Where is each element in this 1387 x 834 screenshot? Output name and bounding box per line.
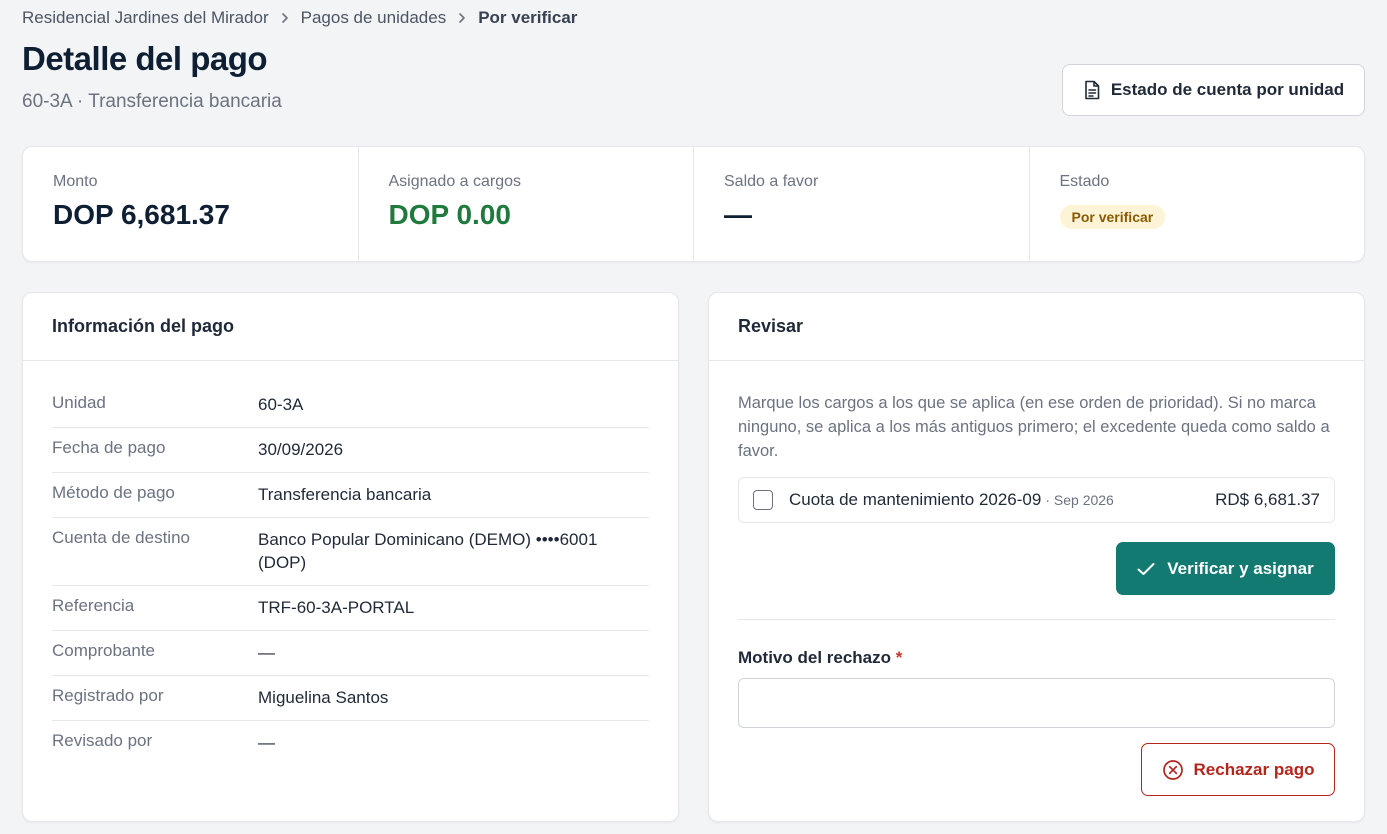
info-label: Comprobante [52,641,156,660]
info-value: Miguelina Santos [258,688,389,707]
payment-info-list: Unidad 60-3A Fecha de pago 30/09/2026 Mé… [23,361,678,765]
balance-label: Saldo a favor [724,173,819,190]
info-label: Unidad [52,393,106,412]
statement-button-label: Estado de cuenta por unidad [1110,80,1345,99]
info-label: Referencia [52,596,135,615]
info-value: Banco Popular Dominicano (DEMO) ••••6001… [258,530,598,572]
chevron-right-icon [279,12,291,24]
info-value: — [258,643,275,662]
amount-value: DOP 6,681.37 [53,199,230,230]
info-label: Registrado por [52,686,164,705]
reject-reason-label: Motivo del rechazo * [738,648,1335,668]
status-badge: Por verificar [1059,205,1166,229]
page-title: Detalle del pago [22,40,268,77]
info-row-registered-by: Registrado por Miguelina Santos [52,676,649,721]
breadcrumb-current: Por verificar [478,8,578,27]
check-icon [1137,562,1155,576]
review-title: Revisar [709,293,1364,361]
summary-balance: Saldo a favor — [694,147,1030,261]
info-row-unit: Unidad 60-3A [52,383,649,428]
document-icon [1083,80,1101,100]
required-mark: * [895,648,903,667]
charge-period: · Sep 2026 [1045,492,1114,508]
info-value: 30/09/2026 [258,440,344,459]
info-value: — [258,733,275,752]
info-row-reviewed-by: Revisado por — [52,721,649,765]
assigned-label: Asignado a cargos [388,173,522,190]
summary-amount: Monto DOP 6,681.37 [23,147,359,261]
info-row-reference: Referencia TRF-60-3A-PORTAL [52,586,649,631]
summary-assigned: Asignado a cargos DOP 0.00 [359,147,694,261]
reject-payment-button[interactable]: Rechazar pago [1141,743,1335,796]
page-subtitle: 60-3A · Transferencia bancaria [22,91,282,112]
payment-info-card: Información del pago Unidad 60-3A Fecha … [22,292,679,822]
info-value: Transferencia bancaria [258,485,432,504]
breadcrumb-item-payments[interactable]: Pagos de unidades [301,8,447,28]
amount-label: Monto [53,173,98,190]
divider [738,619,1335,620]
info-row-receipt: Comprobante — [52,631,649,676]
info-row-payment-date: Fecha de pago 30/09/2026 [52,428,649,473]
info-label: Cuenta de destino [52,528,190,547]
reject-button-label: Rechazar pago [1193,759,1315,779]
chevron-right-icon [456,12,468,24]
status-label: Estado [1059,173,1110,190]
balance-value: — [724,199,752,230]
payment-info-title: Información del pago [23,293,678,361]
review-help-text: Marque los cargos a los que se aplica (e… [738,394,1330,460]
info-row-payment-method: Método de pago Transferencia bancaria [52,473,649,518]
info-label: Método de pago [52,483,175,502]
review-card: Revisar Marque los cargos a los que se a… [708,292,1365,822]
verify-button-label: Verificar y asignar [1167,558,1314,578]
info-label: Revisado por [52,731,153,750]
charge-name: Cuota de mantenimiento 2026-09 [789,490,1042,509]
info-row-destination-account: Cuenta de destino Banco Popular Dominica… [52,518,649,586]
assigned-value: DOP 0.00 [388,199,511,230]
x-circle-icon [1162,759,1184,781]
charge-amount: RD$ 6,681.37 [1215,490,1320,509]
info-label: Fecha de pago [52,438,166,457]
summary-status: Estado Por verificar [1030,147,1365,261]
reject-reason-label-text: Motivo del rechazo [738,648,892,667]
review-body: Marque los cargos a los que se aplica (e… [709,361,1364,796]
payment-summary: Monto DOP 6,681.37 Asignado a cargos DOP… [22,146,1365,262]
breadcrumb: Residencial Jardines del Mirador Pagos d… [22,8,577,28]
reject-reason-input[interactable] [738,678,1335,728]
info-value: 60-3A [258,395,304,414]
breadcrumb-item-community[interactable]: Residencial Jardines del Mirador [22,8,269,28]
charge-option[interactable]: Cuota de mantenimiento 2026-09 · Sep 202… [738,477,1335,523]
statement-by-unit-button[interactable]: Estado de cuenta por unidad [1062,64,1365,116]
info-value: TRF-60-3A-PORTAL [258,598,415,617]
verify-and-assign-button[interactable]: Verificar y asignar [1116,542,1335,595]
charge-checkbox[interactable] [753,490,773,510]
